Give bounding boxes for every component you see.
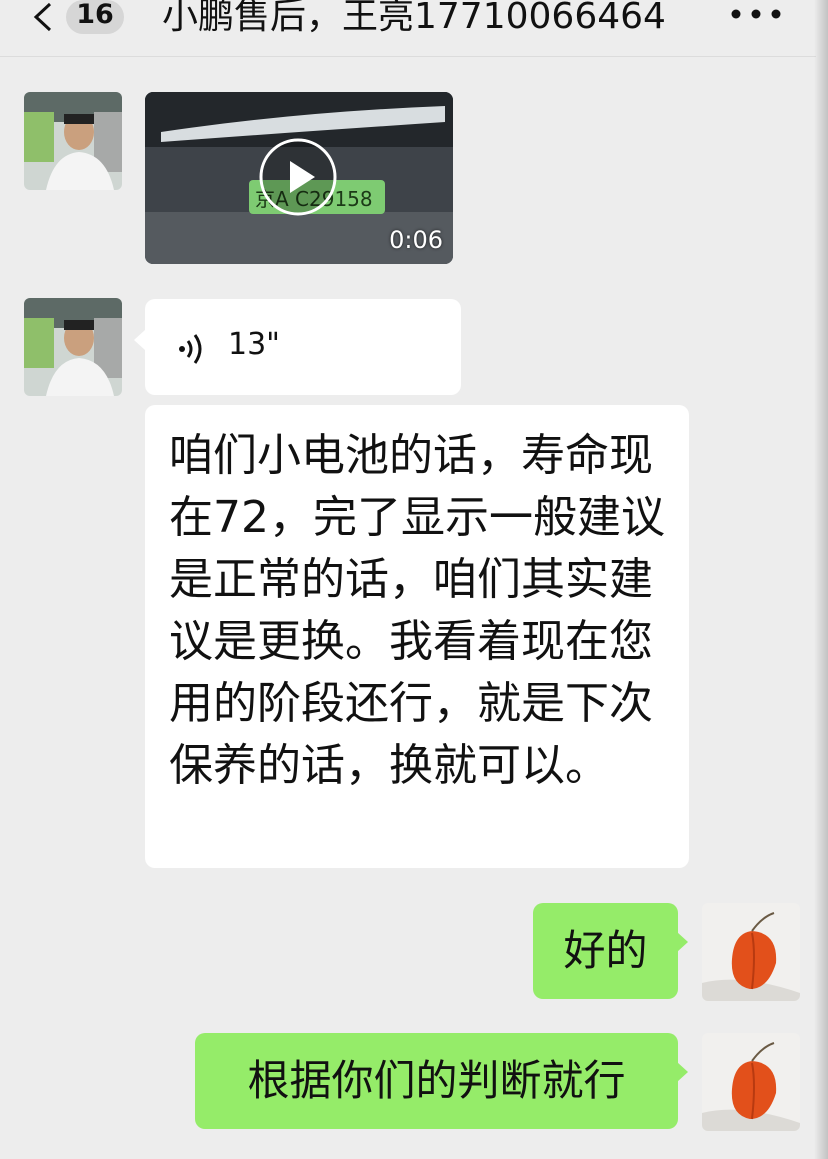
video-duration: 0:06	[389, 226, 443, 254]
voice-wave-icon	[179, 334, 202, 364]
contact-avatar[interactable]	[24, 298, 122, 396]
contact-avatar-image	[24, 92, 122, 190]
screen-edge	[814, 0, 828, 1159]
contact-avatar-image	[24, 298, 122, 396]
message-text: 好的	[563, 926, 648, 975]
more-dots-icon[interactable]	[728, 6, 788, 22]
sent-message[interactable]: 好的	[533, 903, 678, 999]
text-message[interactable]: 咱们小电池的话，寿命现在72，完了显示一般建议是正常的话，咱们其实建议是更换。我…	[145, 405, 689, 868]
message-text: 咱们小电池的话，寿命现在72，完了显示一般建议是正常的话，咱们其实建议是更换。我…	[169, 430, 665, 791]
unread-count-badge[interactable]: 16	[66, 0, 124, 34]
voice-duration: 13"	[228, 327, 280, 362]
bubble-tail	[677, 1062, 688, 1082]
message-text: 根据你们的判断就行	[247, 1056, 626, 1105]
bubble-tail	[677, 932, 688, 952]
voice-message[interactable]: 13"	[145, 299, 461, 395]
contact-avatar[interactable]	[24, 92, 122, 190]
sent-message[interactable]: 根据你们的判断就行	[195, 1033, 678, 1129]
play-icon[interactable]	[258, 137, 338, 217]
header-divider	[0, 56, 816, 57]
bubble-tail	[134, 330, 145, 350]
self-avatar[interactable]	[702, 903, 800, 1001]
self-avatar[interactable]	[702, 1033, 800, 1131]
video-message[interactable]: 京A C29158 0:06	[145, 92, 453, 264]
chat-title: 小鹏售后，王亮17710066464	[162, 0, 666, 37]
chevron-left-icon[interactable]	[30, 2, 56, 32]
self-avatar-image	[702, 903, 800, 1001]
chat-header: 16 小鹏售后，王亮17710066464	[0, 0, 828, 56]
self-avatar-image	[702, 1033, 800, 1131]
